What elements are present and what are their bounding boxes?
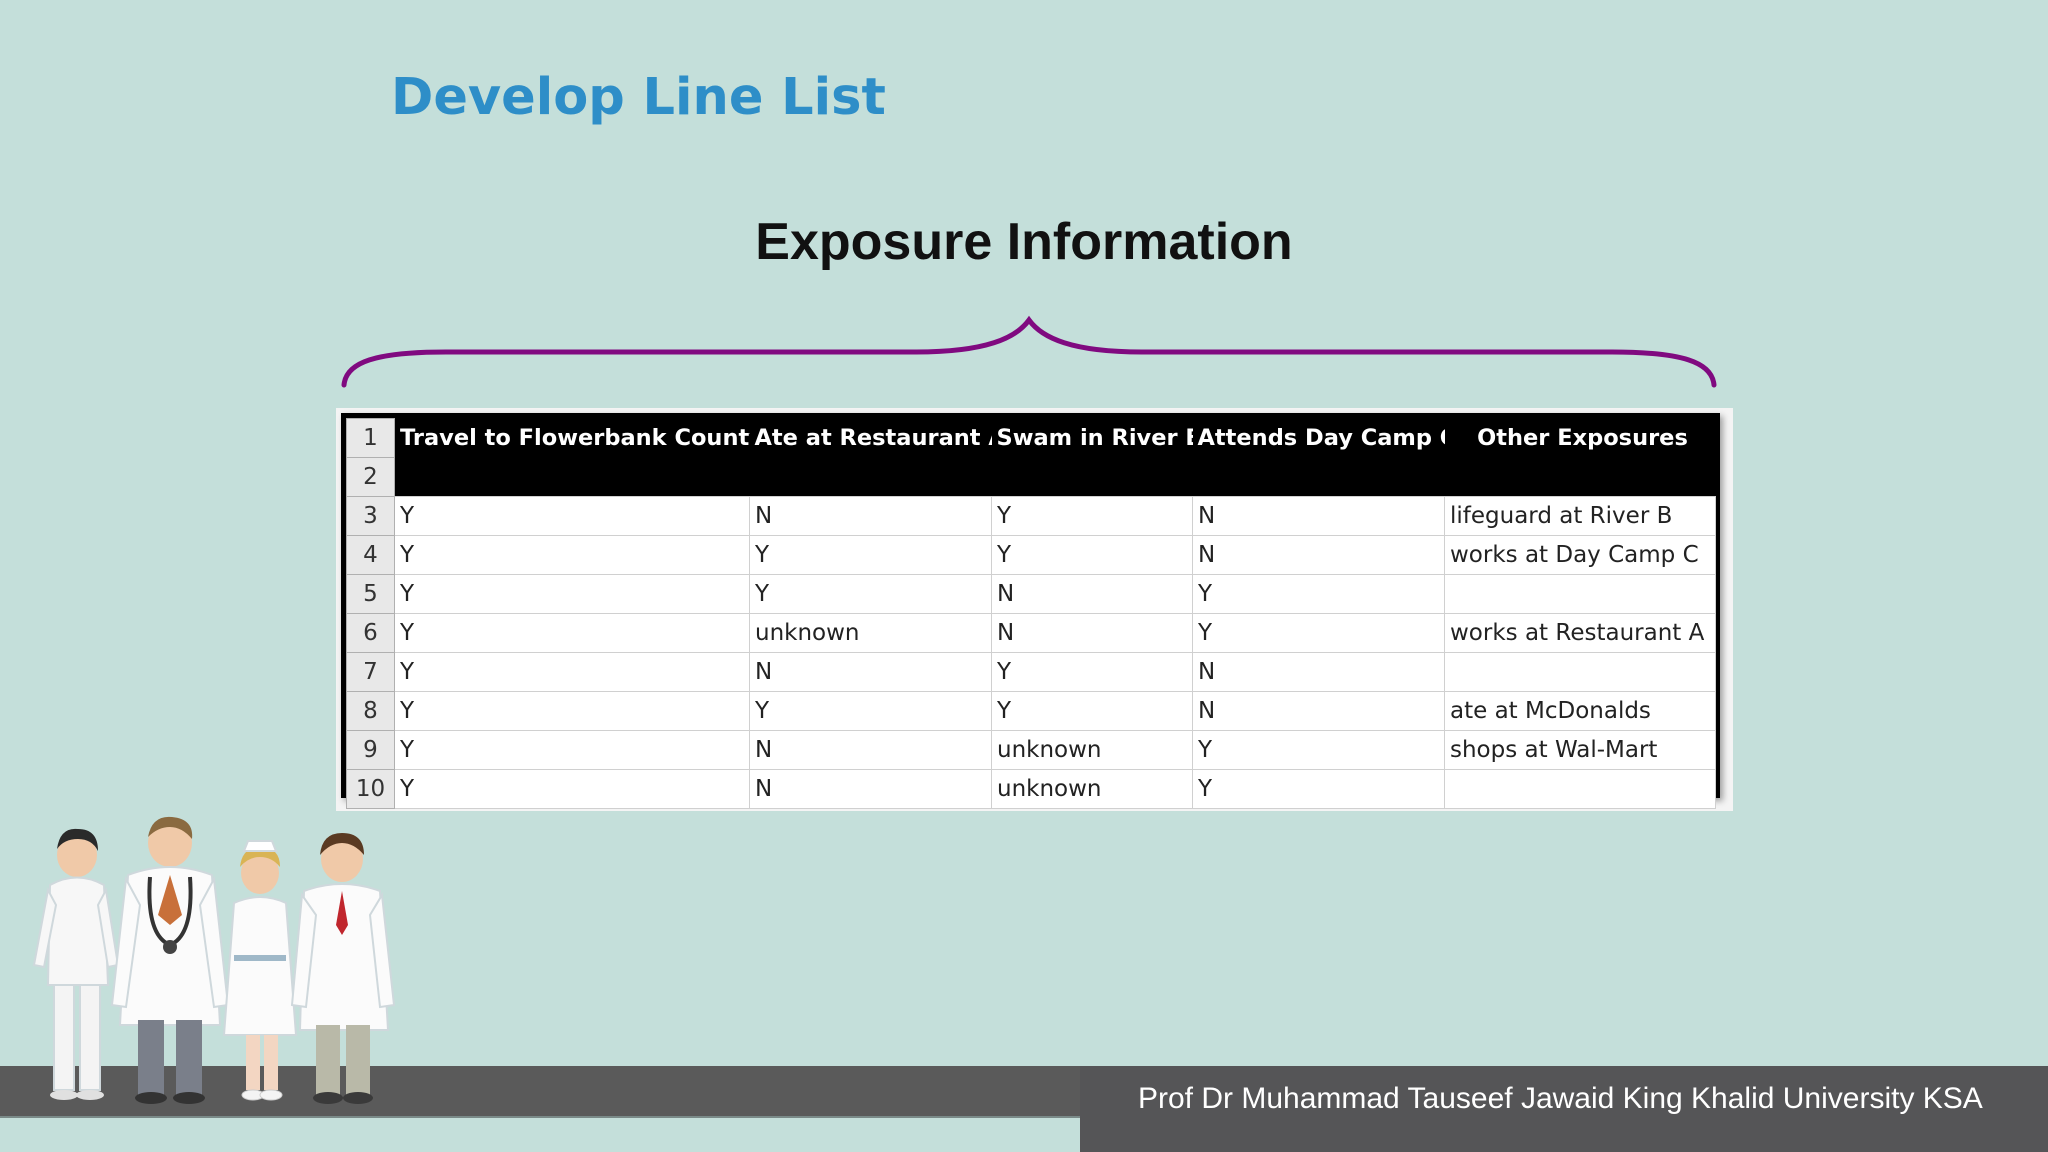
table-row: 10 Y N unknown Y <box>346 769 1716 809</box>
row-number: 4 <box>346 535 395 575</box>
table-cell <box>1444 769 1716 809</box>
table-cell: Y <box>394 652 750 692</box>
table-cell: Y <box>749 574 992 614</box>
table-cell: N <box>991 613 1193 653</box>
table-header-row-2: 2 <box>346 457 1716 497</box>
table-cell: Y <box>394 496 750 536</box>
footer-credit: Prof Dr Muhammad Tauseef Jawaid King Kha… <box>1138 1082 1983 1115</box>
table-cell: Y <box>1192 574 1445 614</box>
footer-divider <box>0 1116 1080 1118</box>
table-cell: N <box>1192 691 1445 731</box>
table-cell: Y <box>749 691 992 731</box>
table-cell: N <box>991 574 1193 614</box>
table-cell: Y <box>394 730 750 770</box>
row-number: 2 <box>346 457 395 497</box>
row-number: 3 <box>346 496 395 536</box>
table-cell: Y <box>749 535 992 575</box>
nurse-figure-left <box>32 828 120 1100</box>
table-cell: unknown <box>991 769 1193 809</box>
slide-title: Develop Line List <box>391 68 886 127</box>
header-spacer <box>394 457 750 497</box>
nurse-figure-cap <box>222 840 298 1101</box>
table-cell <box>1444 574 1716 614</box>
column-header: Travel to Flowerbank County <box>394 418 750 458</box>
row-number: 9 <box>346 730 395 770</box>
table-cell: Y <box>394 769 750 809</box>
table-row: 5 Y Y N Y <box>346 574 1716 614</box>
column-header: Other Exposures <box>1444 418 1716 458</box>
doctor-figure-stethoscope <box>110 816 230 1104</box>
table-cell: unknown <box>991 730 1193 770</box>
table-cell: N <box>749 496 992 536</box>
table-cell: Y <box>394 613 750 653</box>
table-cell: N <box>749 652 992 692</box>
medical-staff-illustration <box>32 816 396 1104</box>
table-cell: unknown <box>749 613 992 653</box>
row-number: 5 <box>346 574 395 614</box>
row-number: 8 <box>346 691 395 731</box>
row-number: 1 <box>346 418 395 458</box>
table-cell: works at Day Camp C <box>1444 535 1716 575</box>
table-row: 4 Y Y Y N works at Day Camp C <box>346 535 1716 575</box>
line-list-table: 1 Travel to Flowerbank County Ate at Res… <box>346 418 1716 809</box>
table-cell: ate at McDonalds <box>1444 691 1716 731</box>
table-cell: Y <box>1192 613 1445 653</box>
row-number: 6 <box>346 613 395 653</box>
table-cell: Y <box>991 496 1193 536</box>
table-cell: Y <box>1192 769 1445 809</box>
table-cell: Y <box>394 535 750 575</box>
table-cell: Y <box>394 691 750 731</box>
header-spacer <box>749 457 992 497</box>
table-row: 7 Y N Y N <box>346 652 1716 692</box>
table-cell: lifeguard at River B <box>1444 496 1716 536</box>
header-spacer <box>1444 457 1716 497</box>
table-cell <box>1444 652 1716 692</box>
column-header: Ate at Restaurant A <box>749 418 992 458</box>
line-list-table-frame: 1 Travel to Flowerbank County Ate at Res… <box>336 408 1733 811</box>
header-spacer <box>1192 457 1445 497</box>
exposure-heading: Exposure Information <box>755 213 1293 271</box>
table-row: 9 Y N unknown Y shops at Wal-Mart <box>346 730 1716 770</box>
table-cell: Y <box>991 652 1193 692</box>
row-number: 7 <box>346 652 395 692</box>
doctor-figure-tie <box>290 833 396 1104</box>
table-row: 3 Y N Y N lifeguard at River B <box>346 496 1716 536</box>
row-number: 10 <box>346 769 395 809</box>
table-header-row: 1 Travel to Flowerbank County Ate at Res… <box>346 418 1716 458</box>
curly-brace <box>341 315 1717 388</box>
column-header: Attends Day Camp C <box>1192 418 1445 458</box>
table-row: 8 Y Y Y N ate at McDonalds <box>346 691 1716 731</box>
header-spacer <box>991 457 1193 497</box>
table-cell: N <box>749 769 992 809</box>
table-cell: N <box>1192 496 1445 536</box>
table-cell: N <box>1192 652 1445 692</box>
table-cell: N <box>749 730 992 770</box>
table-row: 6 Y unknown N Y works at Restaurant A <box>346 613 1716 653</box>
table-cell: Y <box>991 691 1193 731</box>
column-header: Swam in River B <box>991 418 1193 458</box>
table-cell: N <box>1192 535 1445 575</box>
table-cell: Y <box>394 574 750 614</box>
table-cell: Y <box>991 535 1193 575</box>
table-cell: shops at Wal-Mart <box>1444 730 1716 770</box>
table-cell: works at Restaurant A <box>1444 613 1716 653</box>
table-cell: Y <box>1192 730 1445 770</box>
